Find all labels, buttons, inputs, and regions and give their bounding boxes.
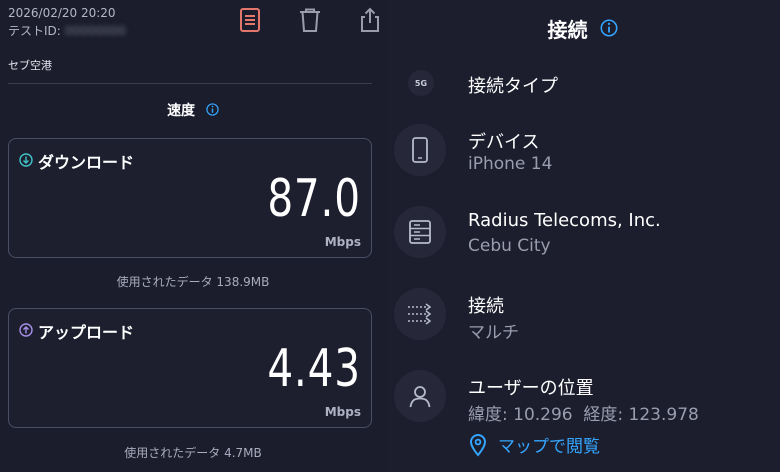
user-icon [394, 370, 446, 422]
test-id-value: 00000000 [64, 24, 126, 38]
device-title: デバイス [468, 132, 540, 153]
test-datetime: 2026/02/20 20:20 [8, 6, 116, 20]
connection-header: 接続 [386, 14, 780, 43]
download-label-row: ダウンロード [19, 149, 134, 173]
speed-section-title: 速度 [0, 100, 386, 120]
connection-type-title: 接続タイプ [468, 76, 558, 97]
download-arrow-icon [19, 152, 33, 171]
speed-title: 速度 [167, 103, 196, 119]
test-id: テストID: 00000000 [8, 22, 126, 39]
divider [8, 83, 372, 84]
speed-results-panel: 2026/02/20 20:20 テストID:00000000 セブ空港 速度 [0, 0, 386, 472]
map-pin-icon [469, 433, 487, 457]
upload-speed-value: 4.43 [267, 339, 361, 399]
download-data-used: 使用されたデータ 138.9MB [116, 275, 270, 289]
user-coordinates: 緯度: 10.296 経度: 123.978 [468, 405, 699, 425]
upload-label-row: アップロード [19, 319, 134, 343]
upload-card: アップロード 4.43 Mbps [8, 308, 372, 428]
connections-mode: マルチ [468, 323, 519, 343]
user-location-title: ユーザーの位置 [468, 378, 594, 399]
download-unit: Mbps [324, 235, 361, 249]
connections-title: 接続 [468, 296, 504, 317]
provider-city: Cebu City [468, 236, 551, 256]
test-id-label: テストID: [8, 24, 61, 38]
share-icon[interactable] [358, 7, 382, 33]
upload-unit: Mbps [324, 405, 361, 419]
device-name: iPhone 14 [468, 154, 553, 174]
location-label: セブ空港 [8, 59, 52, 72]
download-label: ダウンロード [38, 153, 135, 172]
provider-name: Radius Telecoms, Inc. [468, 210, 661, 231]
multi-connection-icon [394, 288, 446, 340]
info-icon[interactable] [600, 18, 618, 42]
upload-arrow-icon [19, 322, 33, 341]
5g-badge-icon: 5G [408, 70, 434, 96]
download-card: ダウンロード 87.0 Mbps [8, 138, 372, 258]
view-on-map-link[interactable]: マップで閲覧 [468, 432, 600, 457]
connection-title: 接続 [547, 18, 588, 42]
download-speed-value: 87.0 [267, 169, 361, 229]
5g-badge-text: 5G [414, 78, 428, 88]
upload-label: アップロード [38, 323, 135, 342]
trash-icon[interactable] [298, 7, 322, 33]
document-icon[interactable] [238, 7, 262, 33]
phone-icon [394, 124, 446, 176]
upload-data-used: 使用されたデータ 4.7MB [124, 446, 262, 460]
server-icon [394, 206, 446, 258]
info-icon[interactable] [206, 102, 219, 120]
connection-panel: 接続 5G 接続タイプ デバイス iPhone 14 Radius Teleco… [386, 0, 780, 472]
view-on-map-label: マップで閲覧 [498, 437, 600, 457]
